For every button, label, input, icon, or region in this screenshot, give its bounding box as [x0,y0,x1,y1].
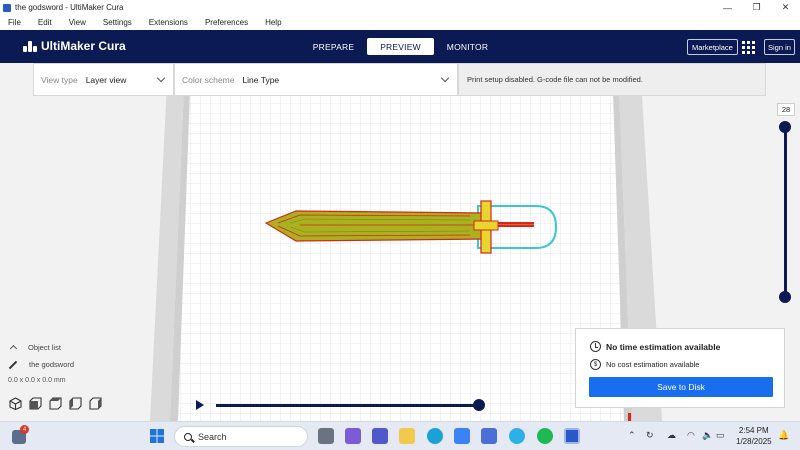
menu-extensions[interactable]: Extensions [149,18,188,27]
object-list-title: Object list [28,342,61,352]
color-scheme-label: Color scheme [182,74,235,85]
view-top-icon[interactable] [48,396,62,410]
save-to-disk-button[interactable]: Save to Disk [589,377,773,397]
taskbar-clock[interactable]: 2:54 PM 1/28/2025 [736,425,772,447]
pencil-icon [8,360,18,369]
menu-view[interactable]: View [69,18,86,27]
chevron-up-icon [9,344,18,353]
color-scheme-dropdown[interactable]: Color scheme Line Type [174,63,458,96]
menu-settings[interactable]: Settings [103,18,132,27]
battery-icon[interactable]: ▭ [716,430,725,441]
brand-name: UltiMaker Cura [41,39,126,53]
print-setup-message: Print setup disabled. G-code file can no… [458,63,766,96]
notification-bell-icon[interactable]: 🔔 [778,430,789,441]
time-estimate: No time estimation available [606,341,721,352]
onedrive-sync-icon[interactable]: ↻ [646,430,654,441]
search-placeholder: Search [198,431,227,442]
spotify-icon[interactable] [537,428,553,444]
view-type-dropdown[interactable]: View type Layer view [33,63,174,96]
object-name: the godsword [29,360,75,369]
windows-taskbar: 4 Search ⌃ ↻ ☁ ◠ 🔈 ▭ 2:54 PM 1/28/2025 🔔 [0,421,800,450]
cost-estimate: No cost estimation available [606,360,700,369]
color-scheme-value: Line Type [242,74,280,85]
menu-file[interactable]: File [8,18,21,27]
chevron-down-icon [156,73,166,83]
menu-edit[interactable]: Edit [38,18,52,27]
chevron-down-icon [440,73,450,83]
task-view-icon[interactable] [318,428,334,444]
edge-icon[interactable] [427,428,443,444]
view-right-icon[interactable] [88,396,102,410]
taskbar-search-input[interactable]: Search [174,426,308,447]
minimize-icon[interactable]: — [713,0,742,15]
copilot-icon[interactable] [345,428,361,444]
window-titlebar: the godsword - UltiMaker Cura — ❐ ✕ [0,0,800,15]
clock-time: 2:54 PM [738,426,769,435]
restore-icon[interactable]: ❐ [742,0,771,15]
windows-start-icon[interactable] [149,428,165,444]
menu-bar: File Edit View Settings Extensions Prefe… [0,15,800,30]
view-type-value: Layer view [85,74,127,85]
play-icon[interactable] [196,400,204,410]
teams-icon[interactable] [372,428,388,444]
window-controls: — ❐ ✕ [713,0,800,15]
close-icon[interactable]: ✕ [771,0,800,15]
file-explorer-icon[interactable] [399,428,415,444]
cloud-icon[interactable]: ☁ [667,430,676,441]
object-list-header[interactable]: Object list [8,341,61,353]
simulation-slider-track[interactable] [216,404,481,407]
brand-logo: UltiMaker Cura [23,39,126,53]
app-icon[interactable] [509,428,525,444]
marketplace-button[interactable]: Marketplace [687,39,738,55]
object-dimensions: 0.0 x 0.0 x 0.0 mm [8,377,66,384]
view-3d-icon[interactable] [8,396,22,410]
notification-badge: 4 [20,425,29,434]
view-left-icon[interactable] [68,396,82,410]
layer-number-input[interactable]: 28 [777,103,795,116]
app-header: UltiMaker Cura PREPARE PREVIEW MONITOR M… [0,30,800,63]
cost-icon: $ [590,359,601,370]
view-front-icon[interactable] [28,396,42,410]
simulation-slider-handle[interactable] [473,399,485,411]
tab-preview[interactable]: PREVIEW [367,38,434,55]
layer-slider-upper-handle[interactable] [779,121,791,133]
apps-grid-icon[interactable] [742,41,755,54]
ultimaker-logo-icon [23,40,37,52]
clock-icon [590,341,601,352]
volume-icon[interactable]: 🔈 [702,430,713,441]
layer-slider-track[interactable] [784,127,787,298]
tab-monitor[interactable]: MONITOR [434,38,501,55]
chevron-up-icon[interactable]: ⌃ [628,430,636,441]
print-estimate-panel: No time estimation available $ No cost e… [575,328,785,408]
stage-tabs: PREPARE PREVIEW MONITOR [300,38,501,55]
window-title: the godsword - UltiMaker Cura [15,3,124,12]
camera-view-buttons [8,396,108,410]
menu-preferences[interactable]: Preferences [205,18,248,27]
signin-button[interactable]: Sign in [764,39,795,55]
layer-slider-lower-handle[interactable] [779,291,791,303]
object-list-item[interactable]: the godsword [8,360,74,369]
tab-prepare[interactable]: PREPARE [300,38,367,55]
view-type-label: View type [41,74,78,85]
app-icon[interactable] [481,428,497,444]
cura-taskbar-icon[interactable] [564,428,580,444]
cura-app-icon [3,3,11,12]
store-icon[interactable] [454,428,470,444]
menu-help[interactable]: Help [265,18,281,27]
print-setup-message-text: Print setup disabled. G-code file can no… [467,75,643,84]
wifi-icon[interactable]: ◠ [687,430,695,441]
search-icon [184,432,192,441]
clock-date: 1/28/2025 [736,437,772,446]
